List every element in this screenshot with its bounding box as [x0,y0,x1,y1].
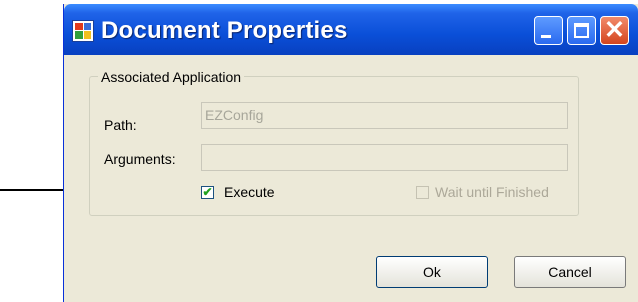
wait-until-finished-label[interactable]: Wait until Finished [435,184,549,200]
minimize-button[interactable] [534,16,563,45]
execute-checkbox[interactable]: ✔ [201,186,214,199]
wait-until-finished-checkbox[interactable] [416,186,429,199]
path-label: Path: [104,117,137,133]
execute-label[interactable]: Execute [224,184,275,200]
ok-button[interactable]: Ok [376,256,488,288]
arguments-field[interactable] [201,144,568,171]
group-legend: Associated Application [98,69,245,85]
maximize-button[interactable] [567,16,596,45]
maximize-icon [574,23,589,38]
arguments-label: Arguments: [104,151,176,167]
close-icon: ✕ [604,16,625,44]
cancel-button[interactable]: Cancel [514,256,626,288]
minimize-icon [541,35,551,38]
title-bar[interactable]: Document Properties ✕ [64,4,638,55]
app-icon[interactable] [72,20,94,42]
window-title: Document Properties [101,17,348,44]
document-properties-dialog: Document Properties ✕ Associated Applica… [63,4,638,302]
close-button[interactable]: ✕ [600,16,629,45]
path-field[interactable]: EZConfig [201,102,568,129]
